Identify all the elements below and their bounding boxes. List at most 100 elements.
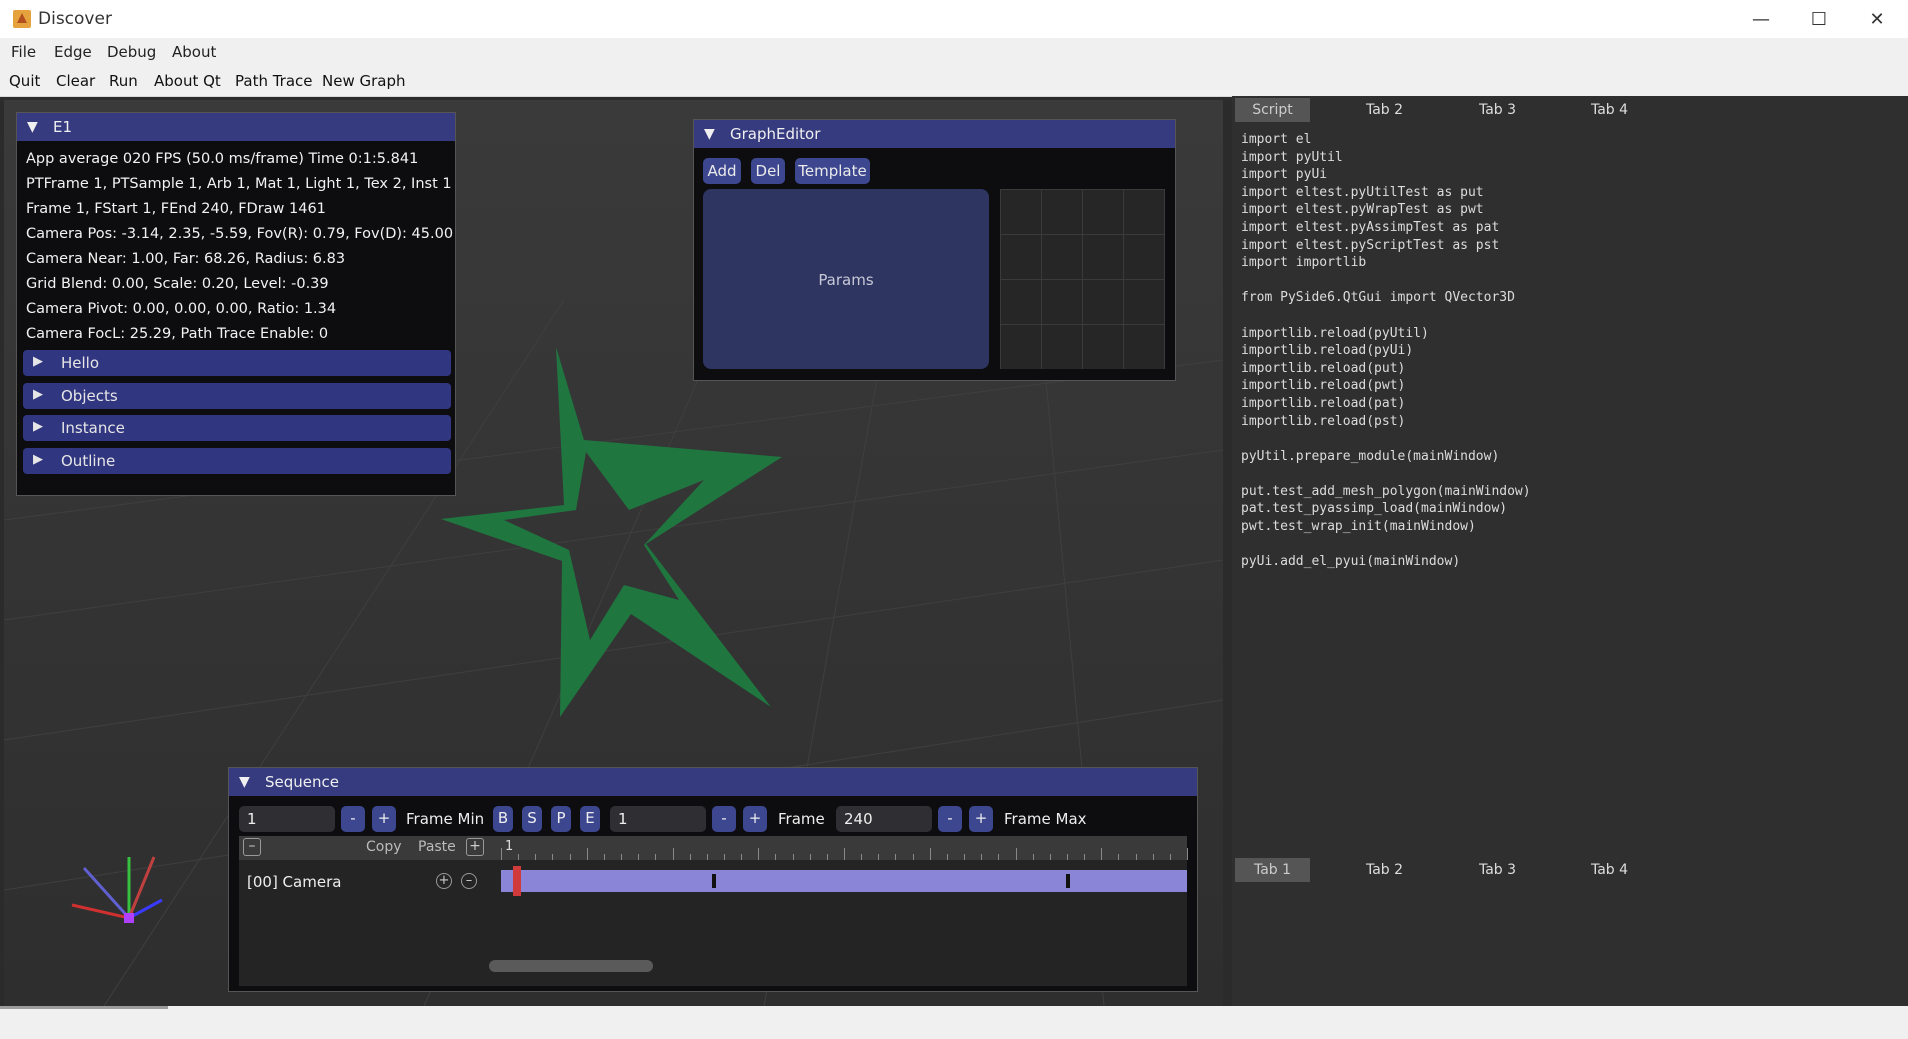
collapse-all-icon[interactable]: – <box>243 838 261 856</box>
sequence-titlebar[interactable]: ▼ Sequence <box>229 768 1197 796</box>
frame-max-input[interactable]: 240 <box>836 806 932 832</box>
ruler-tick <box>912 854 914 860</box>
expand-icon: ▶ <box>33 354 43 369</box>
paste-button[interactable]: Paste <box>418 839 456 855</box>
stat-line: PTFrame 1, PTSample 1, Arb 1, Mat 1, Lig… <box>26 176 452 192</box>
ruler-tick <box>946 854 948 860</box>
frame-max-label: Frame Max <box>1004 810 1087 828</box>
stat-line: Frame 1, FStart 1, FEnd 240, FDraw 1461 <box>26 201 326 217</box>
header-hello[interactable]: ▶ Hello <box>23 350 451 376</box>
collapse-icon[interactable]: ▼ <box>27 119 38 135</box>
about-qt-button[interactable]: About Qt <box>154 72 221 90</box>
frame-label: Frame <box>778 810 825 828</box>
sequencer-area: – Copy Paste + 1 [00] Camera + – <box>239 836 1188 986</box>
remove-track-icon[interactable]: – <box>461 873 477 889</box>
flag-b[interactable]: B <box>493 806 513 832</box>
script-editor[interactable]: import el import pyUtil import pyUi impo… <box>1241 131 1531 571</box>
frame-input[interactable]: 1 <box>610 806 706 832</box>
header-outline[interactable]: ▶ Outline <box>23 448 451 474</box>
ruler-tick <box>723 854 725 860</box>
frame-minus[interactable]: - <box>712 806 736 832</box>
ruler-tick <box>621 854 623 860</box>
tab-1-bottom[interactable]: Tab 1 <box>1235 858 1310 882</box>
new-graph-button[interactable]: New Graph <box>322 72 406 90</box>
quit-button[interactable]: Quit <box>9 72 40 90</box>
ruler-tick <box>672 848 674 860</box>
frame-min-input[interactable]: 1 <box>239 806 335 832</box>
stat-line: Camera Pos: -3.14, 2.35, -5.59, Fov(R): … <box>26 226 454 242</box>
ruler-tick <box>792 854 794 860</box>
ruler-tick <box>809 854 811 860</box>
timeline-ruler[interactable] <box>501 836 1188 860</box>
close-button[interactable]: ✕ <box>1855 6 1899 34</box>
ruler-tick <box>501 848 502 860</box>
add-track-icon[interactable]: + <box>466 838 484 856</box>
stat-line: Camera Near: 1.00, Far: 68.26, Radius: 6… <box>26 251 346 267</box>
track-label[interactable]: [00] Camera <box>247 873 341 891</box>
frame-max-minus[interactable]: - <box>938 806 962 832</box>
tab-3-top[interactable]: Tab 3 <box>1460 98 1535 122</box>
frame-min-plus[interactable]: + <box>372 806 396 832</box>
ruler-tick <box>895 854 897 860</box>
horizontal-scrollbar[interactable] <box>489 960 653 972</box>
keyframe-marker[interactable] <box>711 874 716 888</box>
del-button[interactable]: Del <box>751 158 785 184</box>
run-button[interactable]: Run <box>109 72 138 90</box>
status-bar <box>0 1006 1908 1039</box>
clear-button[interactable]: Clear <box>56 72 95 90</box>
frame-min-minus[interactable]: - <box>341 806 365 832</box>
ruler-tick <box>1032 854 1034 860</box>
ruler-tick <box>1101 848 1103 860</box>
ruler-tick <box>826 854 828 860</box>
template-button[interactable]: Template <box>795 158 870 184</box>
ruler-tick <box>569 854 571 860</box>
e1-window: ▼ E1 App average 020 FPS (50.0 ms/frame)… <box>16 112 456 496</box>
ruler-tick <box>518 854 520 860</box>
flag-s[interactable]: S <box>522 806 542 832</box>
path-trace-button[interactable]: Path Trace <box>235 72 313 90</box>
ruler-tick <box>861 854 863 860</box>
keyframe-marker[interactable] <box>1066 874 1070 888</box>
tab-4-bottom[interactable]: Tab 4 <box>1572 858 1647 882</box>
collapse-icon[interactable]: ▼ <box>239 774 250 790</box>
ruler-tick <box>775 854 777 860</box>
tab-4-top[interactable]: Tab 4 <box>1572 98 1647 122</box>
tab-2-bottom[interactable]: Tab 2 <box>1347 858 1422 882</box>
e1-titlebar[interactable]: ▼ E1 <box>17 113 455 141</box>
flag-p[interactable]: P <box>551 806 571 832</box>
frame-plus[interactable]: + <box>743 806 767 832</box>
menu-debug[interactable]: Debug <box>107 43 156 61</box>
menu-file[interactable]: File <box>11 43 36 61</box>
ruler-tick <box>1187 848 1188 860</box>
flag-e[interactable]: E <box>580 806 600 832</box>
graph-editor-titlebar[interactable]: ▼ GraphEditor <box>694 120 1175 148</box>
app-icon <box>13 10 31 28</box>
camera-track-bar[interactable] <box>501 866 1187 896</box>
maximize-button[interactable]: ☐ <box>1797 6 1841 34</box>
menu-edge[interactable]: Edge <box>54 43 92 61</box>
tab-3-bottom[interactable]: Tab 3 <box>1460 858 1535 882</box>
current-frame-marker[interactable] <box>513 866 521 896</box>
graph-editor-window: ▼ GraphEditor Add Del Template Params <box>693 119 1176 381</box>
node-canvas[interactable] <box>1000 189 1165 369</box>
header-instance[interactable]: ▶ Instance <box>23 415 451 441</box>
add-button[interactable]: Add <box>703 158 741 184</box>
window-title: Discover <box>38 9 112 29</box>
params-panel[interactable]: Params <box>703 189 989 369</box>
add-key-icon[interactable]: + <box>436 873 452 889</box>
ruler-tick <box>844 848 845 860</box>
header-objects[interactable]: ▶ Objects <box>23 383 451 409</box>
frame-max-plus[interactable]: + <box>969 806 993 832</box>
ruler-tick <box>929 848 931 860</box>
ruler-tick <box>1049 854 1051 860</box>
tab-script[interactable]: Script <box>1235 98 1310 122</box>
tab-2-top[interactable]: Tab 2 <box>1347 98 1422 122</box>
ruler-tick <box>998 854 1000 860</box>
title-bar: Discover — ☐ ✕ <box>0 0 1908 39</box>
copy-button[interactable]: Copy <box>366 839 402 855</box>
ruler-tick <box>964 854 966 860</box>
menu-about[interactable]: About <box>172 43 216 61</box>
minimize-button[interactable]: — <box>1739 6 1783 34</box>
collapse-icon[interactable]: ▼ <box>704 126 715 142</box>
ruler-tick <box>535 854 537 860</box>
